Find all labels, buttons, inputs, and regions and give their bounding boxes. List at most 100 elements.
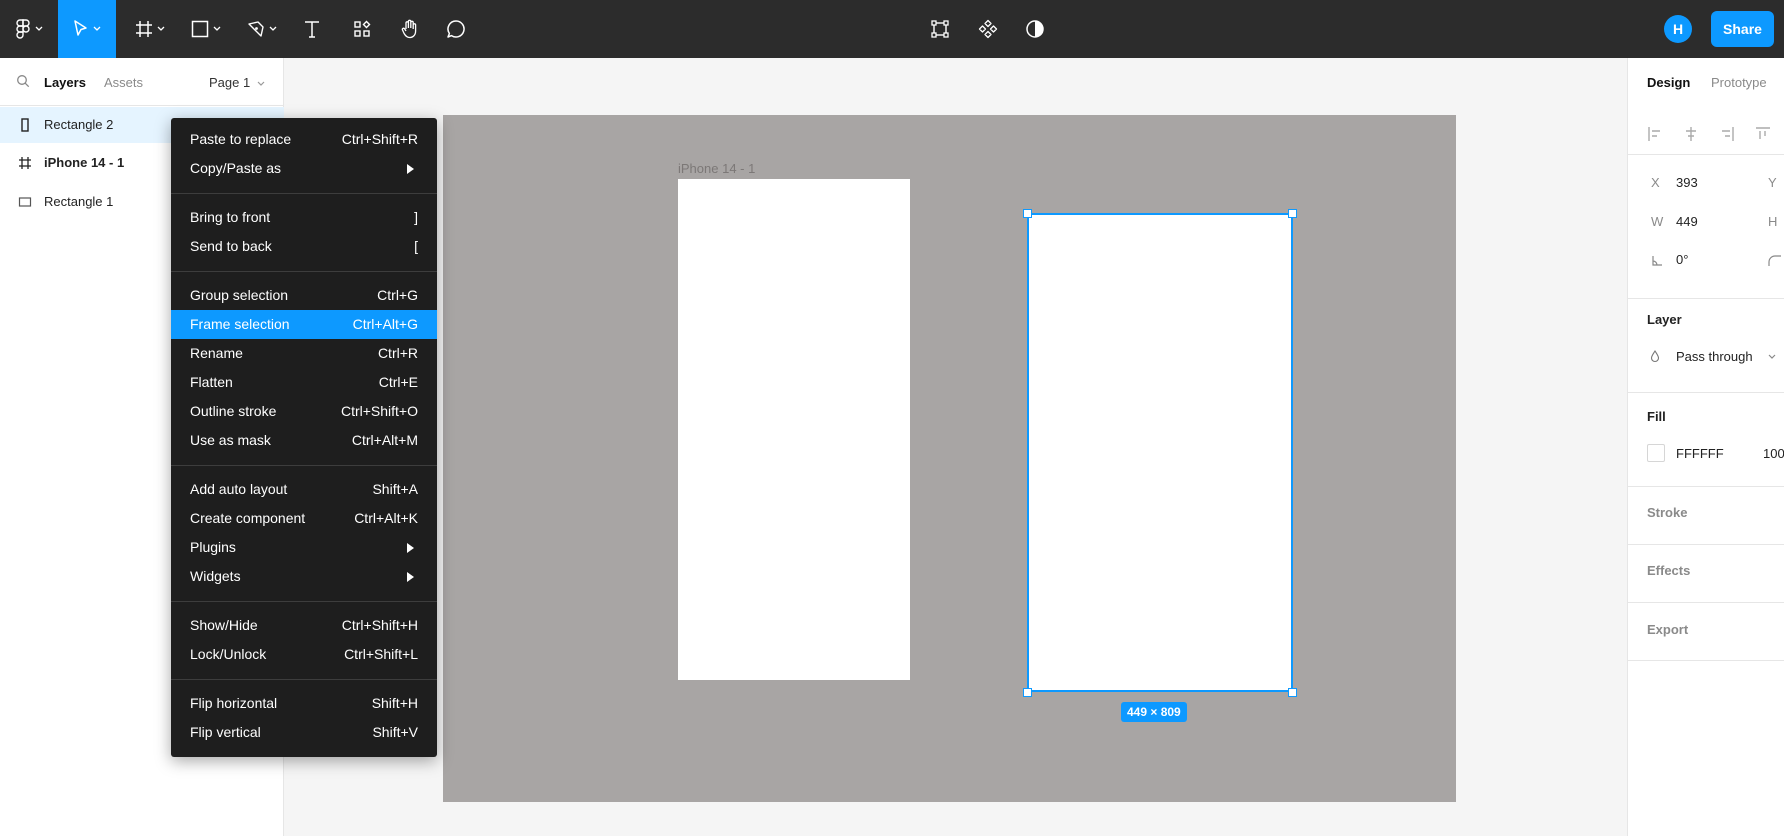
resources-tool-button[interactable]	[346, 0, 378, 58]
tab-design[interactable]: Design	[1647, 75, 1690, 90]
menu-separator	[171, 271, 437, 272]
user-avatar[interactable]: H	[1664, 15, 1692, 43]
comment-tool-button[interactable]	[440, 0, 472, 58]
divider	[1628, 602, 1784, 603]
canvas-frame-background[interactable]	[443, 115, 1456, 802]
half-circle-contrast-icon	[1026, 20, 1044, 38]
frame-hash-icon	[19, 157, 31, 169]
menu-item-lock-unlock[interactable]: Lock/Unlock Ctrl+Shift+L	[171, 640, 437, 669]
rectangle-1-shape[interactable]	[678, 179, 910, 680]
corner-radius-icon[interactable]	[1768, 255, 1782, 267]
menu-item-label: Bring to front	[190, 209, 271, 225]
component-icon	[978, 19, 998, 39]
resize-handle-bottom-left[interactable]	[1023, 688, 1032, 697]
menu-item-outline-stroke[interactable]: Outline stroke Ctrl+Shift+O	[171, 397, 437, 426]
text-tool-button[interactable]	[296, 0, 328, 58]
width-input[interactable]: 449	[1676, 214, 1698, 229]
align-left-icon[interactable]	[1647, 126, 1663, 142]
resize-handle-top-left[interactable]	[1023, 209, 1032, 218]
menu-item-paste-to-replace[interactable]: Paste to replace Ctrl+Shift+R	[171, 125, 437, 154]
share-button[interactable]: Share	[1711, 11, 1774, 47]
menu-item-label: Flatten	[190, 374, 233, 390]
toolbar: H Share	[0, 0, 1784, 58]
edit-object-button[interactable]	[923, 0, 957, 58]
main-menu-button[interactable]	[8, 0, 50, 58]
menu-item-use-as-mask[interactable]: Use as mask Ctrl+Alt+M	[171, 426, 437, 455]
menu-item-shortcut: Ctrl+Alt+G	[352, 316, 418, 332]
menu-item-flip-vertical[interactable]: Flip vertical Shift+V	[171, 718, 437, 747]
menu-item-shortcut: Shift+V	[372, 724, 418, 740]
export-section-title[interactable]: Export	[1647, 622, 1688, 637]
fill-hex-input[interactable]: FFFFFF	[1676, 446, 1724, 461]
x-label: X	[1651, 175, 1660, 190]
menu-item-label: Flip vertical	[190, 724, 261, 740]
create-component-button[interactable]	[971, 0, 1005, 58]
frame-tool-button[interactable]	[128, 0, 172, 58]
left-panel-tabs: Layers Assets Page 1	[0, 58, 284, 106]
menu-item-shortcut: ]	[414, 209, 418, 225]
blend-mode-select[interactable]: Pass through	[1676, 349, 1753, 364]
avatar-initial: H	[1672, 21, 1684, 37]
x-input[interactable]: 393	[1676, 175, 1698, 190]
page-selector[interactable]: Page 1	[209, 75, 265, 90]
align-center-horizontal-icon[interactable]	[1683, 126, 1699, 142]
contrast-toggle-button[interactable]	[1018, 0, 1052, 58]
fill-opacity-input[interactable]: 100	[1763, 446, 1784, 461]
figma-logo-icon	[16, 19, 30, 39]
pen-tool-button[interactable]	[240, 0, 284, 58]
submenu-arrow-icon	[407, 164, 414, 174]
menu-item-label: Plugins	[190, 539, 236, 555]
text-t-icon	[305, 21, 319, 38]
tab-assets[interactable]: Assets	[104, 75, 143, 90]
fill-color-swatch[interactable]	[1647, 444, 1665, 462]
h-label: H	[1768, 214, 1778, 229]
menu-item-copy-paste-as[interactable]: Copy/Paste as	[171, 154, 437, 183]
hand-tool-button[interactable]	[394, 0, 426, 58]
effects-section-title[interactable]: Effects	[1647, 563, 1690, 578]
menu-item-label: Create component	[190, 510, 306, 526]
resize-handle-top-right[interactable]	[1288, 209, 1297, 218]
rotation-angle-icon	[1652, 256, 1662, 266]
stroke-section-title[interactable]: Stroke	[1647, 505, 1687, 520]
chevron-down-icon	[1768, 354, 1776, 359]
menu-item-create-component[interactable]: Create component Ctrl+Alt+K	[171, 504, 437, 533]
menu-item-shortcut: Shift+A	[372, 481, 418, 497]
menu-item-label: Widgets	[190, 568, 241, 584]
menu-item-send-to-back[interactable]: Send to back [	[171, 232, 437, 261]
menu-item-flatten[interactable]: Flatten Ctrl+E	[171, 368, 437, 397]
tab-layers[interactable]: Layers	[44, 75, 86, 90]
align-right-icon[interactable]	[1719, 126, 1735, 142]
selection-size-text: 449 × 809	[1127, 705, 1181, 719]
selection-size-badge: 449 × 809	[1121, 702, 1187, 722]
chevron-down-icon	[269, 26, 277, 31]
search-icon[interactable]	[16, 74, 30, 91]
menu-item-label: Flip horizontal	[190, 695, 278, 711]
menu-item-widgets[interactable]: Widgets	[171, 562, 437, 591]
w-label: W	[1651, 214, 1664, 229]
menu-item-frame-selection[interactable]: Frame selection Ctrl+Alt+G	[171, 310, 437, 339]
divider	[1628, 486, 1784, 487]
page-selector-label: Page 1	[209, 75, 251, 90]
rectangle-2-shape-selected[interactable]	[1027, 213, 1293, 692]
menu-item-flip-horizontal[interactable]: Flip horizontal Shift+H	[171, 689, 437, 718]
frame-label[interactable]: iPhone 14 - 1	[678, 161, 755, 176]
shape-tool-button[interactable]	[184, 0, 228, 58]
menu-item-plugins[interactable]: Plugins	[171, 533, 437, 562]
menu-item-group-selection[interactable]: Group selection Ctrl+G	[171, 281, 437, 310]
menu-item-shortcut: Ctrl+Alt+K	[354, 510, 418, 526]
menu-item-add-auto-layout[interactable]: Add auto layout Shift+A	[171, 475, 437, 504]
divider	[1628, 544, 1784, 545]
align-top-icon[interactable]	[1755, 126, 1771, 142]
menu-item-label: Use as mask	[190, 432, 271, 448]
frame-hash-icon	[136, 21, 152, 37]
menu-item-rename[interactable]: Rename Ctrl+R	[171, 339, 437, 368]
menu-item-label: Outline stroke	[190, 403, 277, 419]
menu-item-bring-to-front[interactable]: Bring to front]	[171, 203, 437, 232]
blend-drop-icon	[1650, 350, 1660, 363]
rotation-input[interactable]: 0°	[1676, 252, 1688, 267]
menu-item-shortcut: [	[414, 238, 418, 254]
tab-prototype[interactable]: Prototype	[1711, 75, 1767, 90]
resize-handle-bottom-right[interactable]	[1288, 688, 1297, 697]
menu-item-show-hide[interactable]: Show/Hide Ctrl+Shift+H	[171, 611, 437, 640]
move-tool-button[interactable]	[58, 0, 116, 58]
